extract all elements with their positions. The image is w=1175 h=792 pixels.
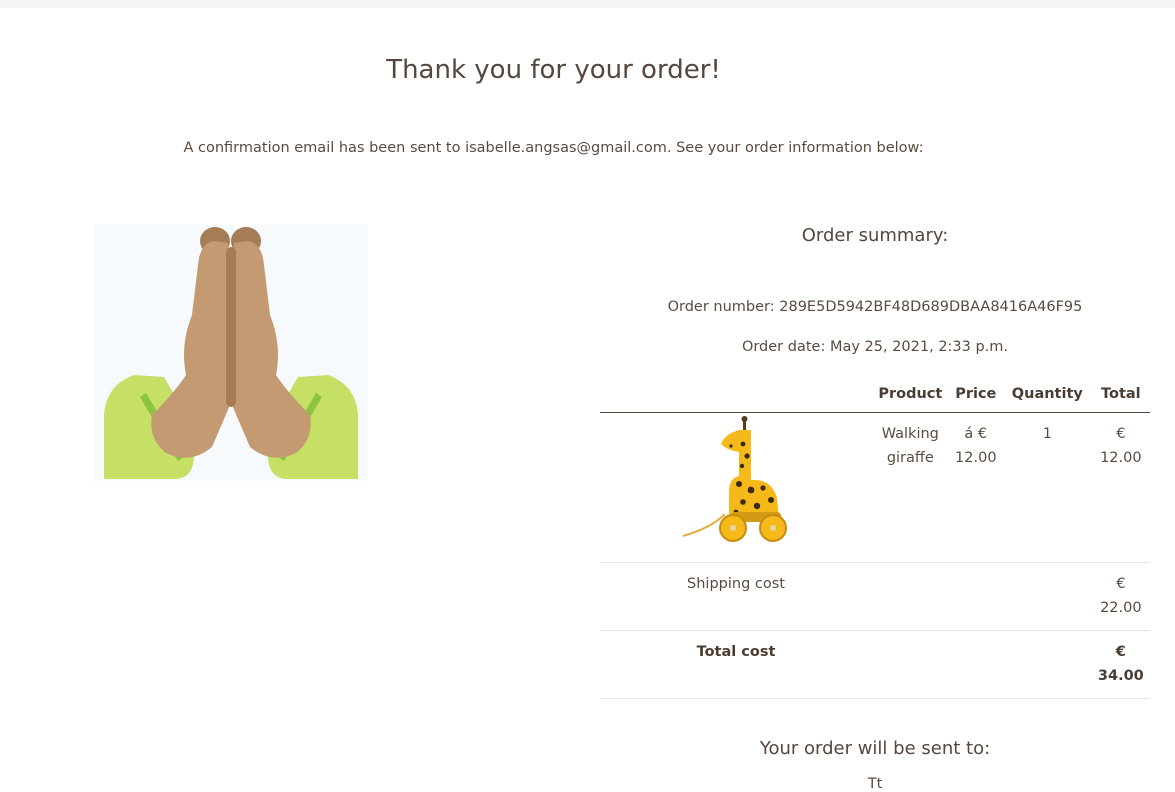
right-hand [232, 241, 311, 458]
top-bar [0, 0, 1175, 8]
giraffe-toy-icon[interactable] [681, 416, 791, 552]
table-row: Walking giraffe á € 12.00 1 € 12.00 [600, 412, 1150, 563]
order-table: Product Price Quantity Total Walking gir… [600, 380, 1150, 699]
product-price: á € 12.00 [948, 412, 1003, 563]
product-quantity: 1 [1003, 412, 1092, 563]
total-cost-label: Total cost [600, 630, 873, 699]
praying-hands-icon [94, 225, 368, 481]
product-image-cell [600, 412, 873, 563]
order-number: Order number: 289E5D5942BF48D689DBAA8416… [667, 299, 1083, 315]
total-row: Total cost € 34.00 [600, 630, 1150, 699]
header-total: Total [1091, 380, 1150, 413]
total-cost-value: € 34.00 [1091, 630, 1150, 699]
shipping-label: Shipping cost [600, 562, 873, 631]
shipping-address-name: Tt [867, 776, 883, 792]
header-price: Price [948, 380, 1003, 413]
table-header-row: Product Price Quantity Total [600, 380, 1150, 413]
order-summary-title: Order summary: [801, 225, 949, 246]
page-title: Thank you for your order! [386, 55, 721, 85]
header-image [600, 380, 873, 413]
header-quantity: Quantity [1003, 380, 1092, 413]
product-name: Walking giraffe [872, 412, 949, 563]
left-hand [151, 241, 230, 458]
shipping-value: € 22.00 [1091, 562, 1150, 631]
shipping-address-title: Your order will be sent to: [759, 738, 991, 759]
order-date: Order date: May 25, 2021, 2:33 p.m. [741, 339, 1009, 355]
product-total: € 12.00 [1091, 412, 1150, 563]
header-product: Product [872, 380, 949, 413]
confirmation-message: A confirmation email has been sent to is… [183, 140, 924, 156]
shipping-row: Shipping cost € 22.00 [600, 562, 1150, 631]
